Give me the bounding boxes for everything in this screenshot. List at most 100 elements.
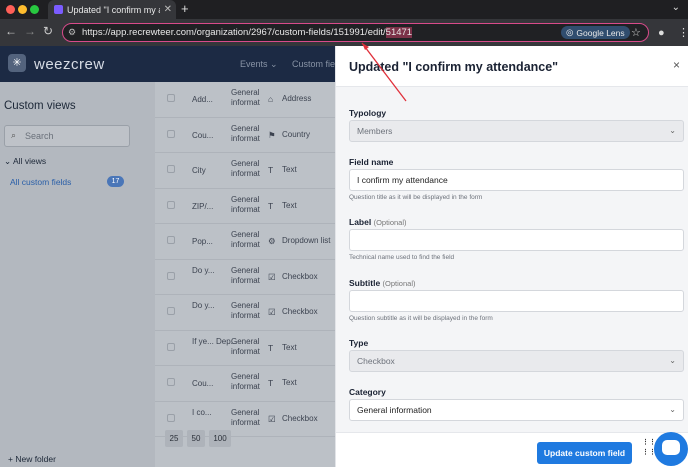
search-icon: ⌕ [11, 130, 17, 140]
count-badge: 17 [107, 176, 124, 187]
url-text[interactable]: https://app.recrewteer.com/organization/… [82, 27, 413, 38]
type-icon: T [268, 165, 274, 175]
table-row[interactable]: If ye... Dep... General informat T Text [155, 331, 335, 366]
row-name: Do y... [192, 265, 215, 275]
row-name: Cou... [192, 130, 214, 140]
field-name-label: Field name [349, 157, 394, 167]
row-category: General informat [231, 230, 260, 249]
chevron-down-icon: ⌄ [4, 156, 14, 166]
close-window-dot[interactable] [6, 5, 15, 14]
row-name: ZIP/... [192, 201, 214, 211]
new-tab-button[interactable]: + [181, 1, 189, 16]
row-type: Checkbox [282, 413, 318, 423]
row-checkbox[interactable] [167, 413, 175, 422]
logo-text: weezcrew [34, 56, 105, 73]
row-checkbox[interactable] [167, 271, 175, 280]
row-checkbox[interactable] [167, 307, 175, 315]
nav-events[interactable]: Events ⌄ [240, 59, 278, 70]
sidebar-title: Custom views [4, 100, 76, 112]
label-help: Technical name used to find the field [349, 254, 455, 261]
type-icon: T [268, 342, 274, 353]
row-name: Do y... [192, 301, 215, 310]
close-icon[interactable]: × [673, 58, 680, 72]
row-category: General informat [231, 336, 260, 356]
page-size-option[interactable]: 25 [165, 430, 183, 447]
row-checkbox[interactable] [167, 236, 175, 244]
panel-header: Updated "I confirm my attendance" × [336, 46, 688, 87]
google-lens-button[interactable]: ◎ Google Lens [561, 26, 630, 39]
sidebar-item-all-custom-fields[interactable]: All custom fields [10, 177, 71, 187]
sidebar: Custom views ⌕ Search ⌄ All views All cu… [0, 82, 155, 467]
address-bar[interactable]: ⚙ https://app.recrewteer.com/organizatio… [62, 23, 649, 42]
favicon-icon [54, 5, 63, 14]
chevron-down-icon: ⌄ [669, 126, 676, 135]
page-size-option[interactable]: 50 [187, 430, 205, 447]
row-checkbox[interactable] [167, 129, 175, 138]
category-label: Category [349, 387, 386, 397]
type-label: Type [349, 338, 369, 348]
browser-toolbar: ← → ↻ ⚙ https://app.recrewteer.com/organ… [0, 19, 688, 46]
forward-icon[interactable]: → [24, 24, 36, 38]
table-row[interactable]: Cou... General informat ⚑ Country [155, 118, 335, 153]
row-checkbox[interactable] [167, 342, 175, 351]
site-settings-icon[interactable]: ⚙ [68, 27, 76, 38]
lens-icon: ◎ [566, 27, 574, 37]
row-category: General informat [231, 372, 260, 391]
row-checkbox[interactable] [167, 94, 175, 102]
browser-tab[interactable]: Updated "I confirm my attend... ✕ [48, 0, 176, 19]
sidebar-all-views[interactable]: ⌄ All views [4, 156, 46, 167]
row-type: Checkbox [282, 271, 318, 281]
row-type: Text [282, 378, 297, 387]
row-checkbox[interactable] [167, 165, 175, 173]
row-type: Text [282, 200, 297, 210]
category-select[interactable]: General information ⌄ [349, 399, 684, 421]
row-checkbox[interactable] [167, 200, 175, 209]
chat-icon[interactable] [654, 432, 688, 466]
typology-select[interactable]: Members ⌄ [349, 120, 684, 142]
table-row[interactable]: Do y... General informat ☑ Checkbox [155, 260, 335, 295]
type-select[interactable]: Checkbox ⌄ [349, 350, 684, 372]
tab-list-chevron-icon[interactable]: ⌄ [672, 2, 680, 13]
url-highlight: 51471 [385, 27, 413, 38]
menu-kebab-icon[interactable]: ⋮ [678, 26, 688, 39]
table-row[interactable]: City General informat T Text [155, 153, 335, 189]
table-row[interactable]: Pop... General informat ⚙ Dropdown list [155, 224, 335, 260]
type-icon: T [268, 200, 274, 211]
search-placeholder: Search [25, 131, 54, 141]
subtitle-input[interactable] [349, 290, 684, 312]
bookmark-star-icon[interactable]: ☆ [631, 26, 641, 39]
table-row[interactable]: ZIP/... General informat T Text [155, 189, 335, 224]
row-checkbox[interactable] [167, 378, 175, 386]
reload-icon[interactable]: ↻ [43, 24, 53, 38]
field-name-input[interactable]: I confirm my attendance [349, 169, 684, 191]
type-icon: ☑ [268, 271, 276, 282]
new-folder-button[interactable]: + New folder [8, 454, 56, 464]
maximize-window-dot[interactable] [30, 5, 39, 14]
typology-value: Members [357, 126, 393, 136]
row-name: City [192, 166, 206, 175]
row-name: Add... [192, 95, 213, 104]
typology-label: Typology [349, 108, 387, 118]
sidebar-search-input[interactable]: ⌕ Search [4, 125, 130, 147]
panel-form: Typology Members ⌄ Field name I confirm … [336, 87, 688, 432]
page-size-option[interactable]: 100 [209, 430, 231, 447]
table-row[interactable]: Do y... General informat ☑ Checkbox [155, 295, 335, 331]
row-name: Pop... [192, 237, 213, 246]
browser-tab-bar: Updated "I confirm my attend... ✕ + ⌄ [0, 0, 688, 19]
table-row[interactable]: Add... General informat ⌂ Address [155, 82, 335, 118]
row-type: Text [282, 342, 297, 352]
label-input[interactable] [349, 229, 684, 251]
update-custom-field-button[interactable]: Update custom field [537, 442, 632, 464]
type-icon: T [268, 378, 274, 388]
row-category: General informat [231, 123, 260, 143]
back-icon[interactable]: ← [5, 24, 17, 38]
row-category: General informat [231, 301, 260, 320]
label-label: Label (Optional) [349, 217, 407, 227]
table-row[interactable]: Cou... General informat T Text [155, 366, 335, 402]
type-icon: ⚑ [268, 129, 276, 140]
tab-close-icon[interactable]: ✕ [164, 4, 176, 15]
profile-icon[interactable]: ● [658, 27, 665, 39]
minimize-window-dot[interactable] [18, 5, 27, 14]
subtitle-help: Question subtitle as it will be displaye… [349, 315, 493, 322]
row-name: Cou... [192, 379, 214, 388]
